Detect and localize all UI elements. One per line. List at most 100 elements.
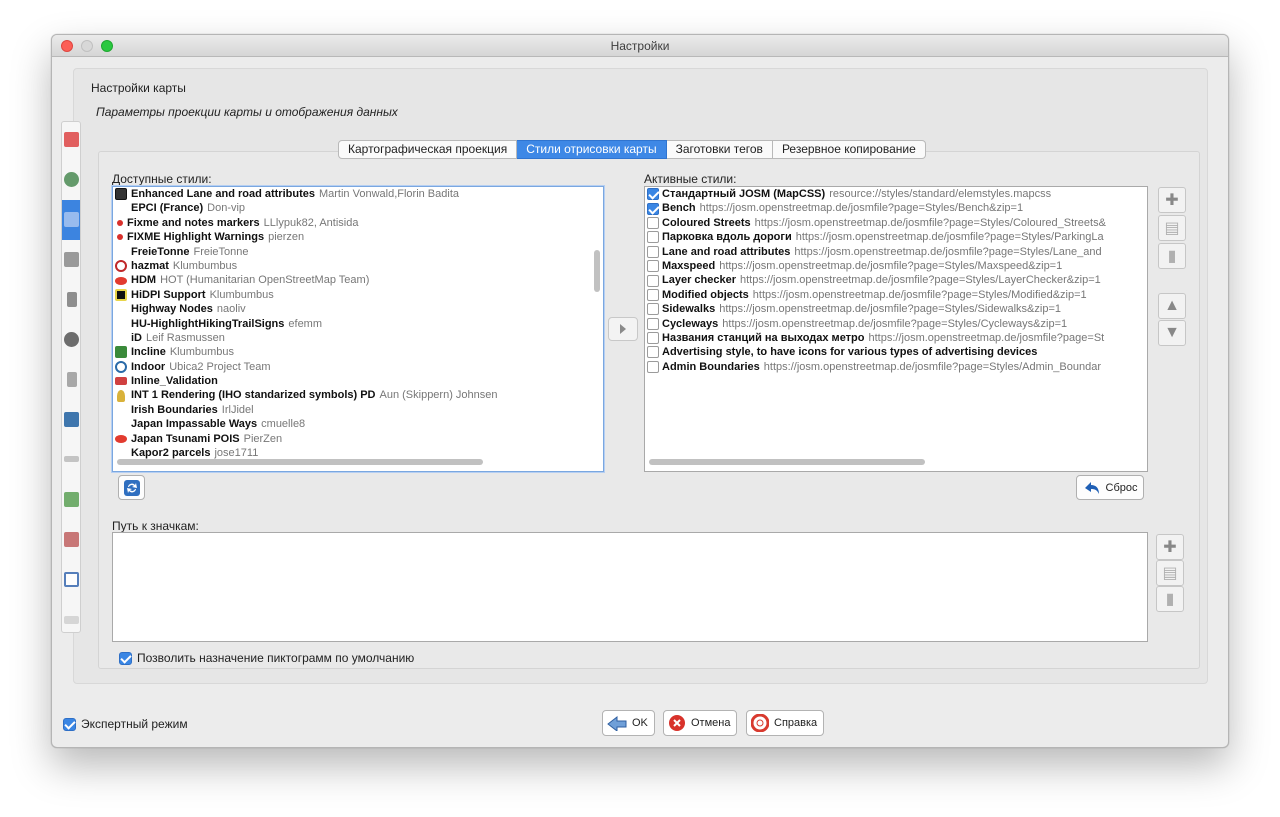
close-window-button[interactable]: [61, 40, 73, 52]
available-style-item[interactable]: FIXME Highlight Warnings pierzen: [113, 230, 603, 244]
delete-style-button[interactable]: ▮: [1158, 243, 1186, 269]
checkbox-checked-icon: [119, 651, 132, 665]
style-author: Ubica2 Project Team: [169, 360, 271, 373]
remote-control-settings-icon[interactable]: [64, 492, 79, 507]
eye-icon: [115, 434, 127, 443]
audio-settings-icon[interactable]: [67, 372, 77, 387]
move-up-button[interactable]: ▲: [1158, 293, 1186, 319]
style-author: Aun (Skippern) Johnsen: [379, 389, 498, 402]
active-style-item[interactable]: Bench https://josm.openstreetmap.de/josmf…: [645, 201, 1147, 215]
active-styles-list[interactable]: Стандартный JOSM (MapCSS) resource://styl…: [644, 186, 1148, 472]
plugin-settings-icon[interactable]: [64, 332, 79, 347]
style-enabled-checkbox[interactable]: [647, 188, 659, 201]
available-style-item[interactable]: hazmat Klumbumbus: [113, 259, 603, 273]
active-style-item[interactable]: Парковка вдоль дороги https://josm.openst…: [645, 230, 1147, 244]
active-style-item[interactable]: Maxspeed https://josm.openstreetmap.de/jo…: [645, 259, 1147, 273]
style-name: Highway Nodes: [131, 303, 213, 316]
delete-icon-path-button[interactable]: ▮: [1156, 586, 1184, 612]
style-disabled-checkbox[interactable]: [647, 288, 659, 301]
available-style-item[interactable]: HU-HighlightHikingTrailSigns efemm: [113, 317, 603, 331]
ok-button[interactable]: OK: [602, 710, 655, 736]
available-style-item[interactable]: Japan Impassable Ways cmuelle8: [113, 417, 603, 431]
style-disabled-checkbox[interactable]: [647, 274, 659, 287]
active-style-item[interactable]: Modified objects https://josm.openstreetm…: [645, 288, 1147, 302]
style-disabled-checkbox[interactable]: [647, 260, 659, 273]
style-disabled-checkbox[interactable]: [647, 216, 659, 229]
available-style-item[interactable]: EPCI (France) Don-vip: [113, 201, 603, 215]
available-style-item[interactable]: Indoor Ubica2 Project Team: [113, 360, 603, 374]
style-url: https://josm.openstreetmap.de/josmfile?p…: [794, 245, 1102, 258]
available-style-item[interactable]: Enhanced Lane and road attributes Martin …: [113, 187, 603, 201]
move-down-button[interactable]: ▼: [1158, 320, 1186, 346]
map-settings-icon[interactable]: [64, 212, 79, 227]
style-author: FreieTonne: [193, 245, 249, 258]
connection-settings-icon[interactable]: [64, 172, 79, 187]
active-style-item[interactable]: Lane and road attributes https://josm.ope…: [645, 245, 1147, 259]
style-name: Fixme and notes markers: [127, 216, 260, 229]
available-vertical-scrollbar[interactable]: [594, 250, 600, 292]
add-icon-path-button[interactable]: ✚: [1156, 534, 1184, 560]
advanced-settings-icon[interactable]: [64, 616, 79, 624]
available-style-item[interactable]: FreieTonne FreieTonne: [113, 245, 603, 259]
tab-map-styles[interactable]: Стили отрисовки карты: [517, 140, 667, 159]
available-style-item[interactable]: Highway Nodes naoliv: [113, 302, 603, 316]
edit-style-button[interactable]: ▤: [1158, 215, 1186, 241]
active-style-item[interactable]: Sidewalks https://josm.openstreetmap.de/j…: [645, 302, 1147, 316]
imagery-settings-icon[interactable]: [64, 252, 79, 267]
expert-mode-checkbox[interactable]: Экспертный режим: [63, 717, 188, 731]
active-style-item[interactable]: Coloured Streets https://josm.openstreetm…: [645, 216, 1147, 230]
red-dot-icon: [117, 219, 123, 226]
reset-button-label: Сброс: [1105, 481, 1138, 494]
tagging-settings-icon[interactable]: [67, 292, 77, 307]
available-style-item[interactable]: INT 1 Rendering (IHO standarized symbols…: [113, 388, 603, 402]
style-disabled-checkbox[interactable]: [647, 317, 659, 330]
active-style-item[interactable]: Layer checker https://josm.openstreetmap.…: [645, 273, 1147, 287]
display-settings-icon[interactable]: [64, 132, 79, 147]
style-name: Layer checker: [662, 274, 736, 287]
activate-style-button[interactable]: [608, 317, 638, 341]
active-horizontal-scrollbar[interactable]: [649, 459, 925, 465]
style-name: Названия станций на выходах метро: [662, 331, 865, 344]
projection-settings-icon[interactable]: [64, 572, 79, 587]
active-style-item[interactable]: Advertising style, to have icons for var…: [645, 345, 1147, 359]
available-style-item[interactable]: Inline_Validation: [113, 374, 603, 388]
help-button[interactable]: Справка: [746, 710, 825, 736]
available-styles-list[interactable]: Enhanced Lane and road attributes Martin …: [112, 186, 604, 472]
reset-button[interactable]: Сброс: [1076, 475, 1144, 500]
available-style-item[interactable]: iD Leif Rasmussen: [113, 331, 603, 345]
style-disabled-checkbox[interactable]: [647, 245, 659, 258]
allow-default-icons-checkbox[interactable]: Позволить назначение пиктограмм по умолч…: [119, 651, 414, 665]
active-style-item[interactable]: Admin Boundaries https://josm.openstreetm…: [645, 360, 1147, 374]
cancel-button[interactable]: Отмена: [663, 710, 738, 736]
available-style-item[interactable]: HDM HOT (Humanitarian OpenStreetMap Team): [113, 273, 603, 287]
minimize-window-button[interactable]: [81, 40, 93, 52]
refresh-styles-button[interactable]: [118, 475, 145, 500]
style-disabled-checkbox[interactable]: [647, 332, 659, 345]
tab-projection[interactable]: Картографическая проекция: [338, 140, 518, 159]
remove-settings-icon[interactable]: [64, 532, 79, 547]
style-disabled-checkbox[interactable]: [647, 231, 659, 244]
available-style-item[interactable]: Irish Boundaries IrlJidel: [113, 403, 603, 417]
icon-path-list[interactable]: [112, 532, 1148, 642]
available-style-item[interactable]: Fixme and notes markers LLlypuk82, Antisi…: [113, 216, 603, 230]
active-style-item[interactable]: Cycleways https://josm.openstreetmap.de/j…: [645, 317, 1147, 331]
style-disabled-checkbox[interactable]: [647, 360, 659, 373]
tab-backup[interactable]: Резервное копирование: [772, 140, 926, 159]
available-style-item[interactable]: HiDPI Support Klumbumbus: [113, 288, 603, 302]
active-style-item[interactable]: Стандартный JOSM (MapCSS) resource://styl…: [645, 187, 1147, 201]
validator-settings-icon[interactable]: [64, 456, 79, 462]
available-style-item[interactable]: Japan Tsunami POIS PierZen: [113, 432, 603, 446]
shortcut-settings-icon[interactable]: [64, 412, 79, 427]
edit-icon-path-button[interactable]: ▤: [1156, 560, 1184, 586]
style-enabled-checkbox[interactable]: [647, 202, 659, 215]
style-disabled-checkbox[interactable]: [647, 303, 659, 316]
style-name: Admin Boundaries: [662, 360, 760, 373]
zoom-window-button[interactable]: [101, 40, 113, 52]
tab-tag-presets[interactable]: Заготовки тегов: [666, 140, 773, 159]
style-disabled-checkbox[interactable]: [647, 346, 659, 359]
add-style-button[interactable]: ✚: [1158, 187, 1186, 213]
available-style-item[interactable]: Incline Klumbumbus: [113, 345, 603, 359]
active-style-item[interactable]: Названия станций на выходах метро https:/…: [645, 331, 1147, 345]
available-horizontal-scrollbar[interactable]: [117, 459, 483, 465]
style-name: FreieTonne: [131, 245, 190, 258]
